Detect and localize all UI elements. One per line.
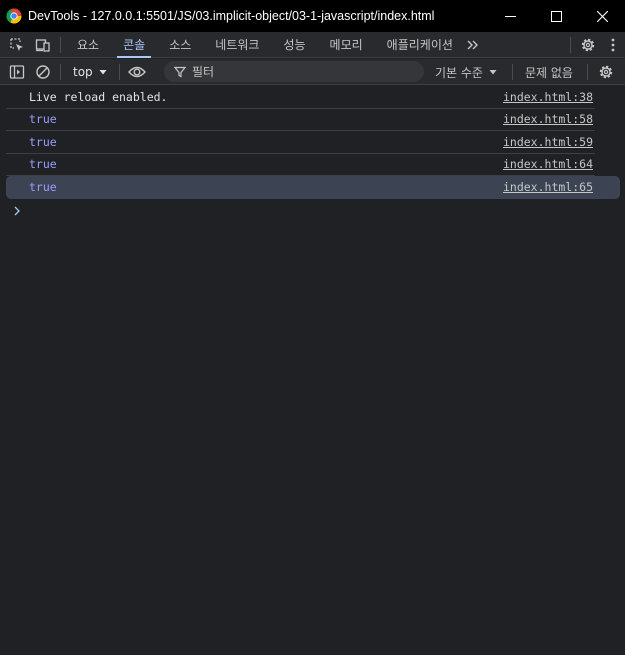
inspect-element-button[interactable] <box>4 32 30 58</box>
console-message[interactable]: true index.html:59 <box>6 131 595 154</box>
settings-button[interactable] <box>575 32 601 58</box>
toolbar-divider <box>587 64 588 80</box>
sidebar-icon <box>9 64 25 79</box>
message-text: true <box>29 134 57 149</box>
toolbar-divider <box>60 63 61 80</box>
eye-icon <box>127 66 146 77</box>
chrome-icon <box>6 8 22 24</box>
javascript-context-select[interactable]: top <box>65 59 115 85</box>
tab-label: 콘솔 <box>123 38 146 52</box>
devtools-tab-bar: 요소 콘솔 소스 네트워크 성능 메모리 애플리케이션 <box>0 32 625 58</box>
inspect-icon <box>10 38 23 51</box>
toolbar-divider <box>60 36 61 53</box>
toolbar-divider <box>570 37 571 53</box>
tab-sources[interactable]: 소스 <box>157 32 203 57</box>
tab-performance[interactable]: 성능 <box>271 32 317 57</box>
console-message-selected[interactable]: true index.html:65 <box>6 176 620 199</box>
source-link[interactable]: index.html:59 <box>503 135 593 149</box>
more-options-button[interactable] <box>601 32 625 58</box>
source-link[interactable]: index.html:65 <box>503 180 593 194</box>
tab-label: 메모리 <box>329 38 363 52</box>
minimize-icon <box>504 15 516 17</box>
log-levels-dropdown[interactable]: 기본 수준 <box>435 59 499 85</box>
tab-network[interactable]: 네트워크 <box>203 32 271 57</box>
gear-icon <box>581 38 595 52</box>
message-text: true <box>29 112 57 127</box>
console-settings-button[interactable] <box>593 59 619 85</box>
kebab-menu-icon <box>611 38 615 52</box>
tab-label: 소스 <box>169 38 192 52</box>
console-message[interactable]: true index.html:64 <box>6 154 595 176</box>
more-tabs-button[interactable] <box>465 32 481 58</box>
console-message[interactable]: true index.html:58 <box>6 109 595 131</box>
caret-down-icon <box>489 70 497 75</box>
tab-elements[interactable]: 요소 <box>65 32 111 57</box>
tab-memory[interactable]: 메모리 <box>318 32 375 57</box>
title-bar: DevTools - 127.0.0.1:5501/JS/03.implicit… <box>0 0 625 32</box>
close-icon <box>596 10 608 22</box>
console-message[interactable]: Live reload enabled. index.html:38 <box>6 86 595 109</box>
toolbar-divider <box>512 64 513 80</box>
console-prompt-chevron-icon[interactable] <box>11 204 25 218</box>
filter-input[interactable] <box>192 64 412 79</box>
tab-label: 요소 <box>77 38 100 52</box>
issues-label: 문제 없음 <box>525 65 573 80</box>
show-sidebar-button[interactable] <box>4 59 30 85</box>
context-value: top <box>73 64 93 79</box>
caret-down-icon <box>99 69 107 74</box>
filter-field[interactable] <box>164 61 424 82</box>
block-icon <box>36 64 50 79</box>
log-levels-label: 기본 수준 <box>435 65 483 80</box>
issues-button[interactable]: 문제 없음 <box>525 59 573 85</box>
device-toolbar-button[interactable] <box>30 32 56 58</box>
live-expression-button[interactable] <box>124 59 150 85</box>
minimize-button[interactable] <box>487 0 533 32</box>
source-link[interactable]: index.html:58 <box>503 112 593 126</box>
tab-label: 애플리케이션 <box>386 38 453 52</box>
source-link[interactable]: index.html:38 <box>503 90 593 104</box>
filter-icon <box>174 66 186 77</box>
tab-label: 네트워크 <box>215 38 260 52</box>
tab-application[interactable]: 애플리케이션 <box>375 32 465 57</box>
double-chevron-right-icon <box>467 40 478 50</box>
console-messages: Live reload enabled. index.html:38 true … <box>0 86 625 199</box>
gear-icon <box>599 65 613 79</box>
window-title: DevTools - 127.0.0.1:5501/JS/03.implicit… <box>28 9 435 23</box>
toolbar-divider <box>118 63 120 80</box>
tab-label: 성능 <box>283 38 306 52</box>
message-text: true <box>29 180 57 195</box>
message-text: Live reload enabled. <box>29 89 168 104</box>
tab-console[interactable]: 콘솔 <box>111 32 157 58</box>
console-toolbar: top 기본 수준 문제 없음 <box>0 59 625 85</box>
clear-console-button[interactable] <box>30 59 56 85</box>
message-text: true <box>29 157 57 172</box>
maximize-button[interactable] <box>533 0 579 32</box>
source-link[interactable]: index.html:64 <box>503 157 593 171</box>
device-icon <box>35 39 50 52</box>
close-button[interactable] <box>579 0 625 32</box>
maximize-icon <box>550 10 562 22</box>
